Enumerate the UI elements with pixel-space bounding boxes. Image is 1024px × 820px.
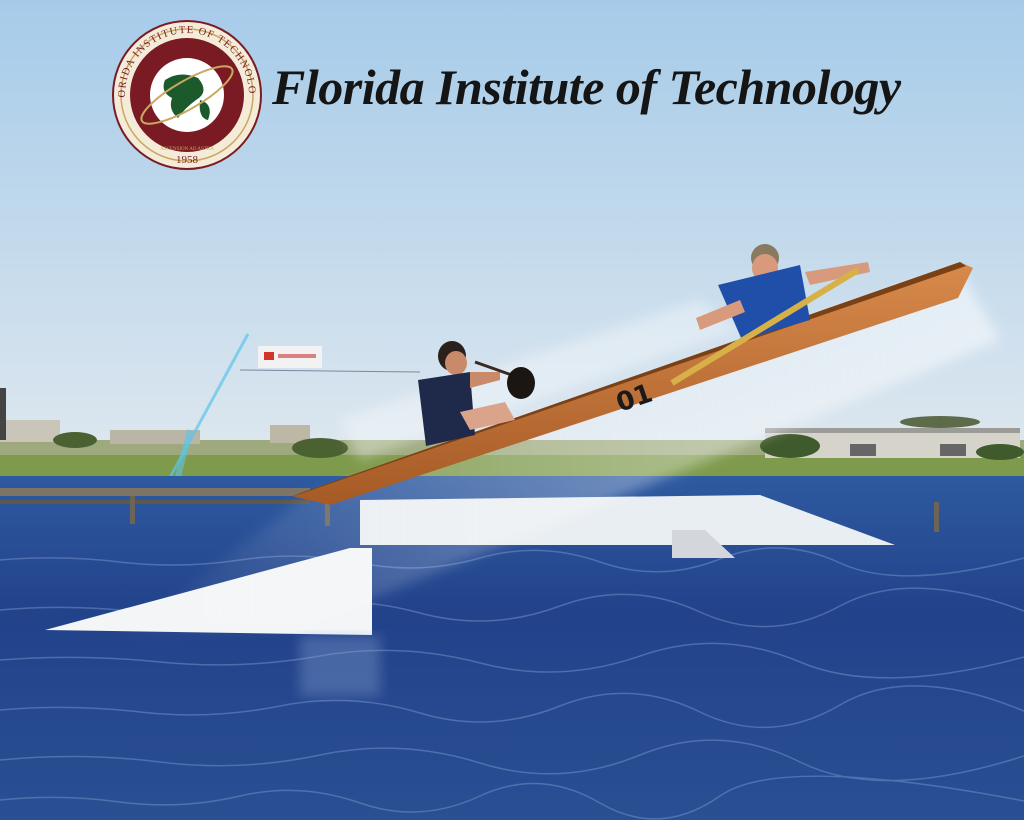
seal-motto: ASCENSION AD ASTRA bbox=[160, 147, 214, 152]
photo-scene: 01 FLORIDA INSTITUTE OF TECHNOLOGY 1958 … bbox=[0, 0, 1024, 820]
page-title: Florida Institute of Technology bbox=[272, 59, 901, 115]
seal-year: 1958 bbox=[176, 154, 199, 166]
